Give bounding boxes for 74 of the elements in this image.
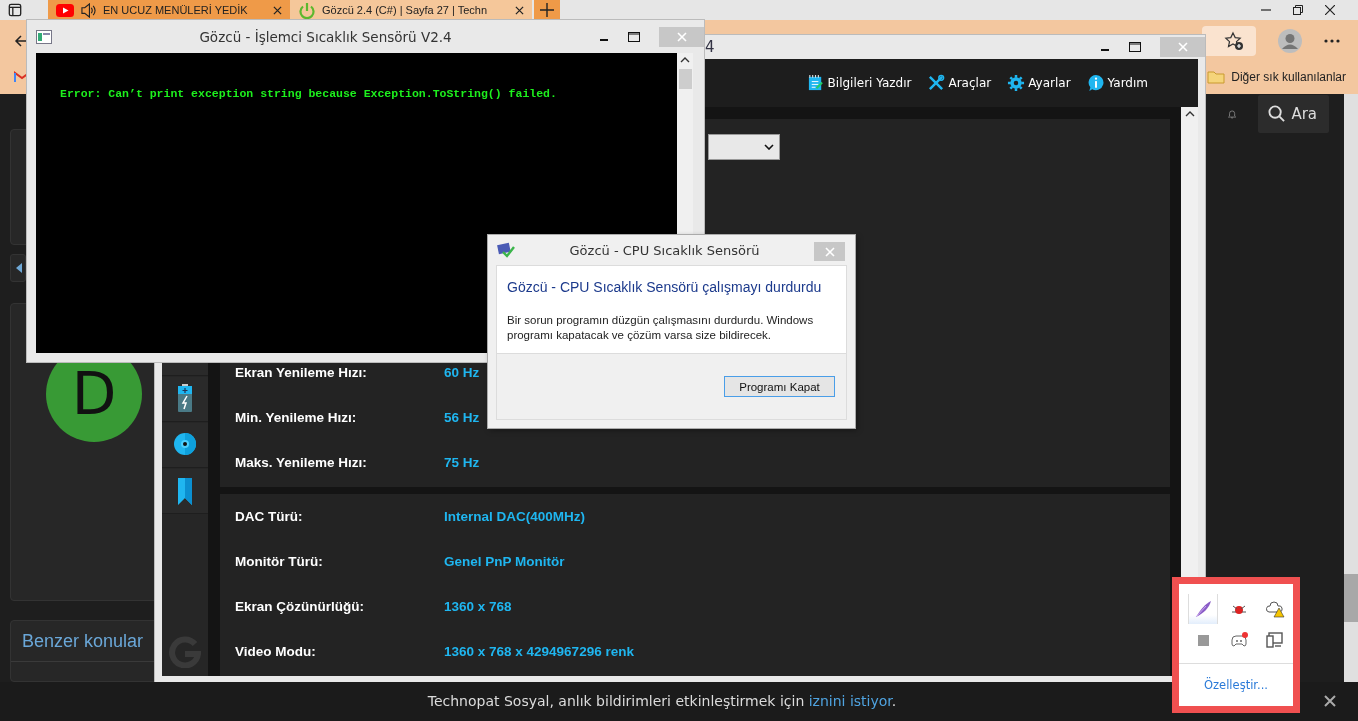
dialog-heading: Gözcü - CPU Sıcaklık Sensörü çalışmayı durdurdu (507, 278, 823, 297)
folder-icon (1207, 70, 1226, 85)
notification-message: Technopat Sosyal, anlık bildirimleri etkinleştirmek için iznini istiyor. (427, 693, 897, 710)
close-icon (676, 31, 687, 42)
close-icon[interactable] (273, 5, 282, 15)
bookmark-folder[interactable]: Diğer sık kullanılanlar (1207, 70, 1346, 85)
search-icon (1268, 105, 1286, 123)
info-label: Ekran Yenileme Hızı: (235, 365, 368, 380)
info-label: Min. Yenileme Hızı: (235, 410, 358, 425)
close-icon (1177, 42, 1188, 52)
plus-icon (540, 3, 554, 17)
console-error-text: Error: Can’t print exception string because Exception.ToString() failed. (60, 87, 558, 100)
menu-item[interactable]: Ayarlar (1007, 74, 1071, 92)
caret-icon (764, 144, 774, 150)
info-value: 1360 x 768 x 4294967296 renk (444, 644, 634, 659)
window-title: 4 (705, 38, 716, 56)
scroll-up-icon[interactable] (1184, 111, 1195, 117)
tab-list-icon[interactable] (8, 3, 22, 17)
info-label: DAC Türü: (235, 509, 304, 524)
settings-icon (1007, 74, 1026, 92)
info-value: Internal DAC(400MHz) (444, 509, 586, 524)
restore-icon[interactable] (1293, 5, 1303, 15)
chevron-left-icon (15, 262, 23, 273)
info-label: Monitör Türü: (235, 554, 324, 569)
notepad-icon (806, 74, 825, 92)
power-icon (298, 1, 316, 19)
customize-link[interactable]: Özelleştir... (1179, 664, 1293, 692)
search-button[interactable]: Ara (1258, 94, 1329, 133)
scrollbar[interactable] (1344, 93, 1358, 682)
menu-item[interactable]: Bilgileri Yazdır (806, 74, 912, 92)
menu-item[interactable]: Araçlar (927, 74, 992, 92)
monitor-icon[interactable] (1265, 630, 1285, 650)
menu-item[interactable]: Yardım (1086, 74, 1148, 92)
info-value: 60 Hz (444, 365, 480, 380)
close-program-button[interactable]: Programı Kapat (724, 376, 835, 397)
more-icon[interactable] (1324, 38, 1340, 43)
video-logo-icon (56, 1, 74, 19)
address-bar[interactable] (1202, 25, 1256, 56)
speaker-icon[interactable] (80, 2, 97, 18)
profile-icon[interactable] (1278, 28, 1302, 53)
close-icon[interactable] (515, 5, 524, 15)
maximize-icon[interactable] (628, 31, 640, 42)
app-check-icon (497, 242, 515, 258)
page-nav-button[interactable] (10, 253, 26, 282)
info-icon (1086, 74, 1105, 92)
dialog-title: Gözcü - CPU Sıcaklık Sensörü (569, 242, 760, 258)
window-title: Gözcü - İşlemci Sıcaklık Sensörü V2.4 (199, 28, 452, 45)
browser-tab[interactable]: EN UCUZ MENÜLERİ YEDİK (48, 0, 290, 20)
tools-icon (927, 74, 946, 92)
dialog-message: Bir sorun programın düzgün çalışmasını durdurdu. Windows programı kapatacak ve çözüm varsa size bildirecek. (507, 313, 815, 343)
new-tab-button[interactable] (534, 0, 560, 20)
info-value: 56 Hz (444, 410, 480, 425)
info-label: Ekran Çözünürlüğü: (235, 599, 365, 614)
game-controller-icon[interactable] (1229, 630, 1249, 650)
console-app-icon (36, 29, 52, 44)
tab-title: Gözcü 2.4 (C#) | Sayfa 27 | Techn (322, 4, 489, 16)
cloud-warning-icon[interactable] (1265, 599, 1285, 619)
close-icon[interactable] (1324, 695, 1336, 708)
permission-link[interactable]: iznini istiyor (808, 693, 892, 710)
maximize-icon[interactable] (1129, 42, 1141, 52)
scroll-thumb[interactable] (678, 69, 692, 89)
close-icon[interactable] (1325, 5, 1335, 15)
browser-tab[interactable]: Gözcü 2.4 (C#) | Sayfa 27 | Techn (290, 0, 532, 20)
favorite-add-icon[interactable] (1224, 30, 1244, 51)
info-value: Genel PnP Monitör (444, 554, 565, 569)
info-value: 75 Hz (444, 455, 480, 470)
feather-icon[interactable] (1193, 599, 1213, 619)
info-label: Maks. Yenileme Hızı: (235, 455, 368, 470)
info-label: Video Modu: (235, 644, 317, 659)
info-value: 1360 x 768 (444, 599, 512, 614)
tab-title: EN UCUZ MENÜLERİ YEDİK (103, 4, 249, 16)
scroll-thumb[interactable] (1344, 573, 1358, 622)
scroll-up-icon[interactable] (680, 57, 690, 63)
close-icon (824, 246, 835, 257)
